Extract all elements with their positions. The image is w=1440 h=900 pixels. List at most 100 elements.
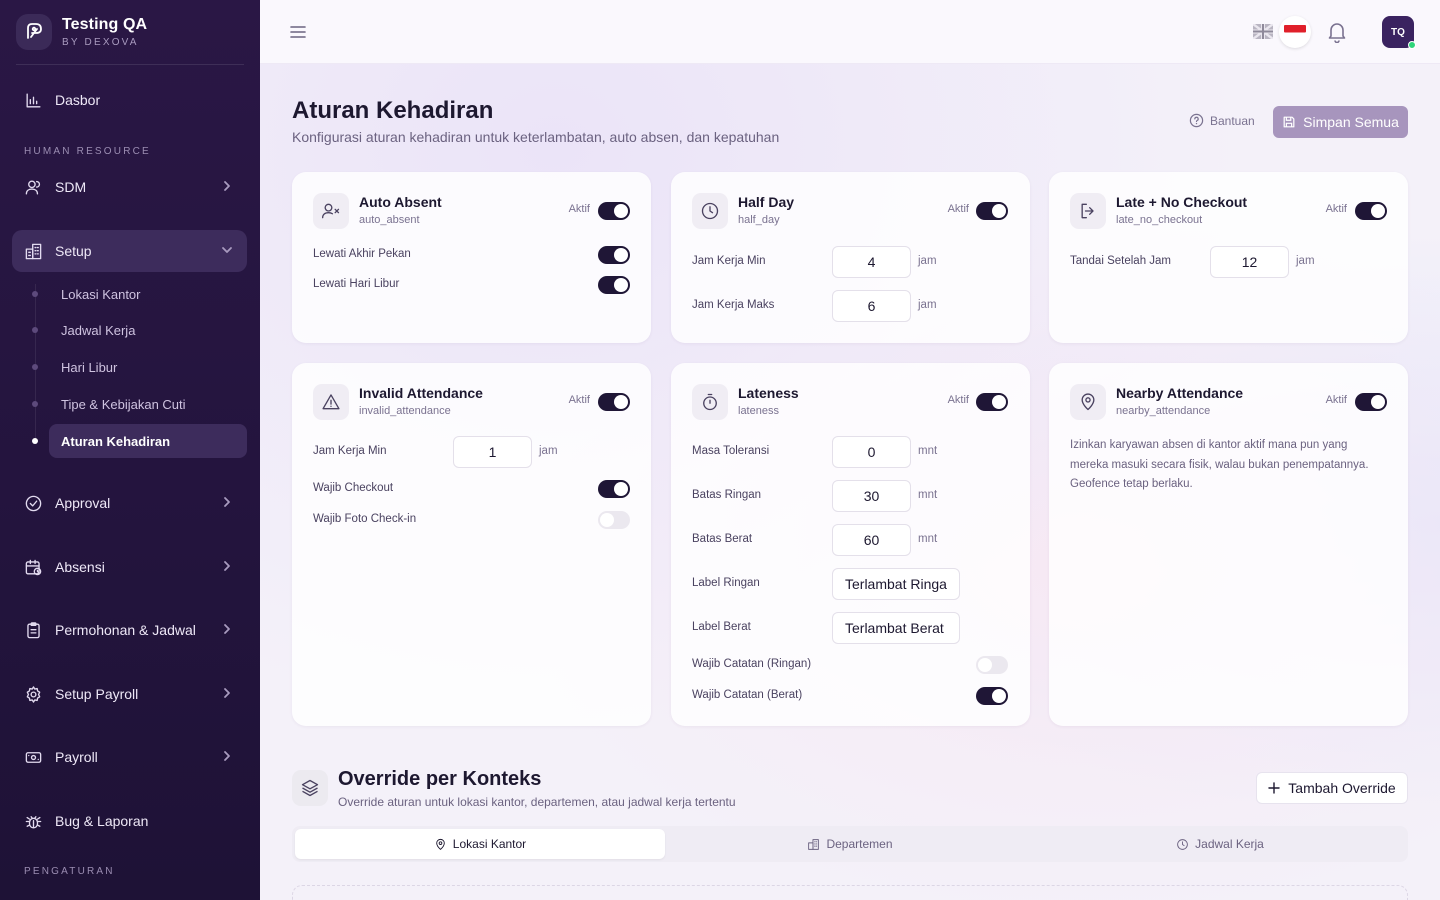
sidebar-item-label: SDM xyxy=(55,179,87,195)
add-override-label: Tambah Override xyxy=(1288,780,1396,796)
heavy-threshold-input[interactable]: 60 xyxy=(832,524,911,556)
submenu-dot xyxy=(32,327,38,333)
flag-indonesia-icon xyxy=(1284,24,1306,40)
skip-weekend-toggle[interactable] xyxy=(598,246,630,264)
card-late-no-checkout: Late + No Checkout late_no_checkout Akti… xyxy=(1049,172,1408,343)
brand-title: Testing QA xyxy=(62,16,148,33)
clipboard-icon xyxy=(27,621,40,638)
bell-icon[interactable] xyxy=(1327,21,1347,43)
chevron-right-icon xyxy=(224,688,230,698)
note-light-toggle[interactable] xyxy=(976,656,1008,674)
override-title: Override per Konteks xyxy=(338,768,542,790)
logout-icon xyxy=(1070,193,1106,229)
active-toggle[interactable] xyxy=(1355,393,1387,411)
max-hours-input[interactable]: 6 xyxy=(832,290,911,322)
brand[interactable]: Testing QA BY DEXOVA xyxy=(16,14,147,50)
clock-icon xyxy=(1177,838,1188,850)
add-override-button[interactable]: Tambah Override xyxy=(1256,772,1408,804)
clock-icon xyxy=(692,193,728,229)
layers-icon xyxy=(292,770,328,806)
sidebar-item-label: Setup Payroll xyxy=(55,686,139,702)
card-half-day: Half Day half_day Aktif Jam Kerja Min 4 … xyxy=(671,172,1030,343)
tab-lokasi-kantor[interactable]: Lokasi Kantor xyxy=(295,829,665,859)
warning-triangle-icon xyxy=(313,384,349,420)
active-label: Aktif xyxy=(568,203,590,215)
tab-jadwal-kerja[interactable]: Jadwal Kerja xyxy=(1035,829,1405,859)
override-tabs: Lokasi Kantor Departemen Jadwal Kerja xyxy=(292,826,1408,862)
sidebar-item-setup[interactable]: Setup xyxy=(12,230,247,272)
gear-icon xyxy=(26,685,41,703)
heavy-threshold-label: Batas Berat xyxy=(692,533,753,545)
min-hours-label: Jam Kerja Min xyxy=(692,255,766,267)
card-title: Nearby Attendance xyxy=(1116,385,1244,401)
bug-icon xyxy=(25,815,42,829)
unit-label: mnt xyxy=(918,489,938,501)
active-toggle[interactable] xyxy=(598,202,630,220)
require-checkout-toggle[interactable] xyxy=(598,480,630,498)
sidebar-subitem-tipe-cuti[interactable]: Tipe & Kebijakan Cuti xyxy=(49,387,247,421)
active-label: Aktif xyxy=(1325,203,1347,215)
note-heavy-toggle[interactable] xyxy=(976,687,1008,705)
sidebar-item-absensi[interactable]: Absensi xyxy=(12,546,247,588)
tab-departemen[interactable]: Departemen xyxy=(665,829,1035,859)
sidebar: Testing QA BY DEXOVA Dasbor HUMAN RESOUR… xyxy=(0,0,260,900)
building-icon xyxy=(808,838,820,850)
brand-logo-icon xyxy=(16,14,52,50)
note-heavy-label: Wajib Catatan (Berat) xyxy=(692,689,803,701)
mark-after-input[interactable]: 12 xyxy=(1210,246,1289,278)
min-hours-input[interactable]: 1 xyxy=(453,436,532,468)
card-title: Invalid Attendance xyxy=(359,385,483,401)
tolerance-label: Masa Toleransi xyxy=(692,445,770,457)
sidebar-subitem-jadwal-kerja[interactable]: Jadwal Kerja xyxy=(49,313,247,347)
skip-holiday-label: Lewati Hari Libur xyxy=(313,278,400,290)
active-label: Aktif xyxy=(947,203,969,215)
flag-uk-icon[interactable] xyxy=(1253,24,1273,39)
save-all-button-label: Simpan Semua xyxy=(1303,114,1399,130)
card-invalid-attendance: Invalid Attendance invalid_attendance Ak… xyxy=(292,363,651,726)
page-title: Aturan Kehadiran xyxy=(292,97,494,124)
banknote-icon xyxy=(25,751,42,763)
language-selector[interactable] xyxy=(1279,16,1311,48)
map-pin-icon xyxy=(436,838,445,850)
sidebar-item-setup-payroll[interactable]: Setup Payroll xyxy=(12,673,247,715)
sidebar-subitem-hari-libur[interactable]: Hari Libur xyxy=(49,350,247,384)
sidebar-subitem-aturan-kehadiran[interactable]: Aturan Kehadiran xyxy=(49,424,247,458)
card-auto-absent: Auto Absent auto_absent Aktif Lewati Akh… xyxy=(292,172,651,343)
min-hours-input[interactable]: 4 xyxy=(832,246,911,278)
heavy-label-input[interactable]: Terlambat Berat xyxy=(832,612,960,644)
active-toggle[interactable] xyxy=(976,393,1008,411)
sidebar-item-permohonan[interactable]: Permohonan & Jadwal xyxy=(12,609,247,651)
active-toggle[interactable] xyxy=(1355,202,1387,220)
require-photo-toggle[interactable] xyxy=(598,511,630,529)
active-toggle[interactable] xyxy=(976,202,1008,220)
help-button[interactable]: Bantuan xyxy=(1189,113,1255,128)
brand-subtitle: BY DEXOVA xyxy=(62,37,139,48)
light-threshold-input[interactable]: 30 xyxy=(832,480,911,512)
light-label-input[interactable]: Terlambat Ringa xyxy=(832,568,960,600)
skip-holiday-toggle[interactable] xyxy=(598,276,630,294)
active-label: Aktif xyxy=(1325,394,1347,406)
sidebar-item-bug[interactable]: Bug & Laporan xyxy=(12,800,247,842)
max-hours-label: Jam Kerja Maks xyxy=(692,299,775,311)
menu-icon[interactable] xyxy=(289,23,307,41)
sidebar-item-approval[interactable]: Approval xyxy=(12,482,247,524)
sidebar-item-sdm[interactable]: SDM xyxy=(12,166,247,208)
section-label-hr: HUMAN RESOURCE xyxy=(24,146,151,157)
card-key: nearby_attendance xyxy=(1116,405,1211,417)
calendar-clock-icon xyxy=(25,559,42,575)
unit-label: jam xyxy=(1296,255,1315,267)
sidebar-item-dashboard[interactable]: Dasbor xyxy=(12,79,247,121)
tolerance-input[interactable]: 0 xyxy=(832,436,911,468)
chevron-right-icon xyxy=(224,181,230,191)
active-toggle[interactable] xyxy=(598,393,630,411)
card-key: late_no_checkout xyxy=(1116,214,1203,226)
require-checkout-label: Wajib Checkout xyxy=(313,482,394,494)
save-all-button[interactable]: Simpan Semua xyxy=(1273,106,1408,138)
help-button-label: Bantuan xyxy=(1210,113,1255,128)
sidebar-subitem-lokasi-kantor[interactable]: Lokasi Kantor xyxy=(49,277,247,311)
save-icon xyxy=(1283,116,1295,128)
unit-label: jam xyxy=(918,255,937,267)
mark-after-label: Tandai Setelah Jam xyxy=(1070,255,1172,267)
sidebar-item-payroll[interactable]: Payroll xyxy=(12,736,247,778)
topbar: TQ xyxy=(260,0,1440,64)
